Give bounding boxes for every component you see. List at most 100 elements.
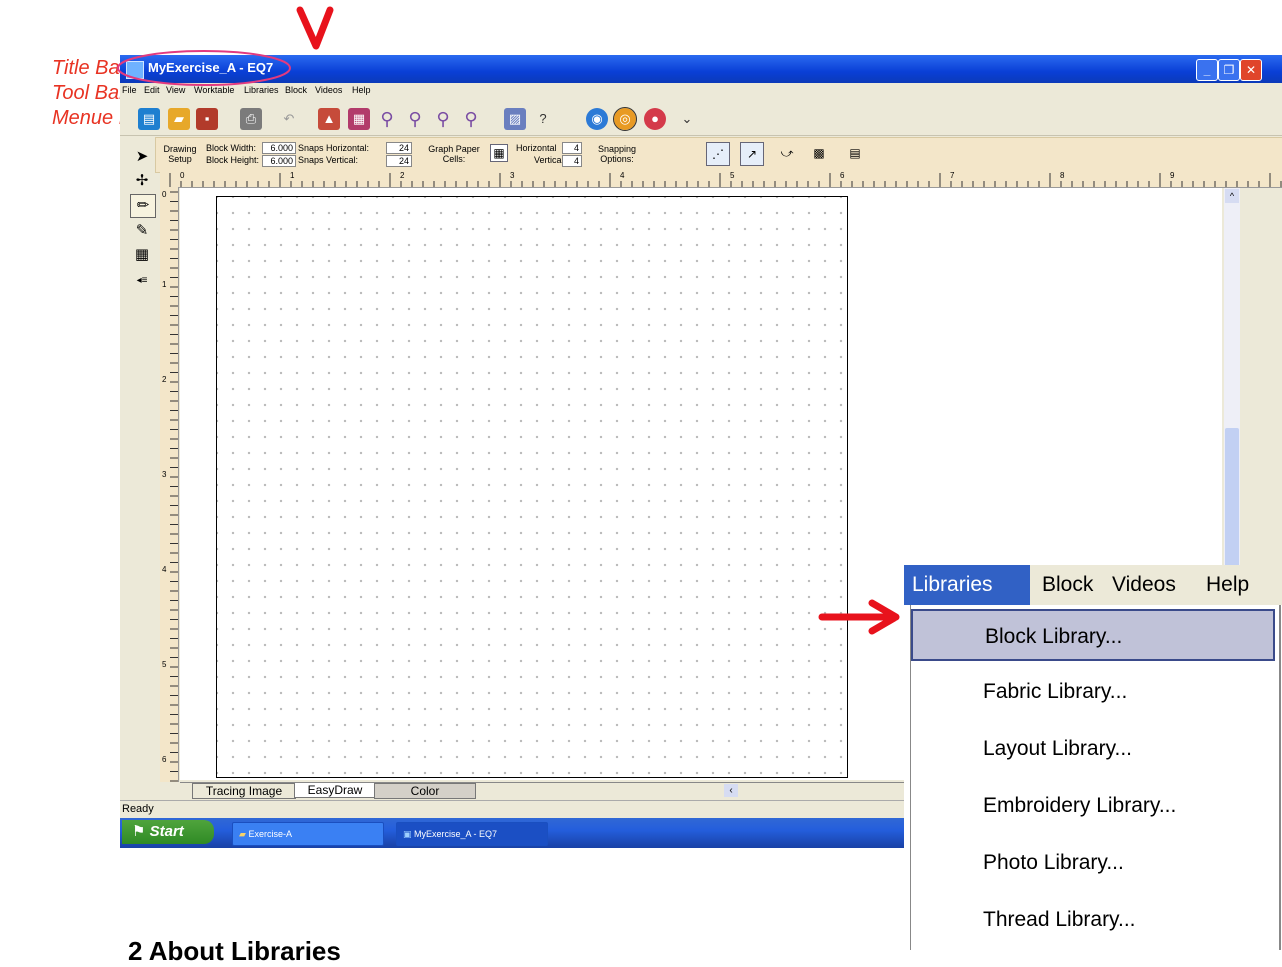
ruler-label: 2 bbox=[400, 171, 405, 180]
menu-view[interactable]: View bbox=[166, 85, 185, 95]
scroll-up-icon[interactable]: ^ bbox=[1225, 189, 1239, 203]
taskbar-item-label: MyExercise_A - EQ7 bbox=[414, 829, 498, 839]
graph-paper-icon[interactable]: ▦ bbox=[490, 144, 508, 162]
menu-item-label: Layout Library... bbox=[983, 737, 1133, 760]
pick-tool-icon[interactable]: ➤ bbox=[130, 146, 154, 168]
drawing-board-icon[interactable]: ▨ bbox=[504, 108, 526, 130]
zoom-out-icon[interactable]: ⚲ bbox=[404, 108, 426, 130]
menu-item-label: Fabric Library... bbox=[983, 680, 1128, 703]
annotation-title-bar: Title Bar bbox=[52, 57, 127, 79]
open-folder-icon[interactable]: ▰ bbox=[168, 108, 190, 130]
app-icon: ▣ bbox=[403, 829, 412, 839]
taskbar-item-eq7[interactable]: ▣ MyExercise_A - EQ7 bbox=[396, 822, 548, 846]
save-icon[interactable]: ▪ bbox=[196, 108, 218, 130]
ruler-label: 0 bbox=[162, 190, 167, 199]
snapping-options-label: Snapping Options: bbox=[597, 144, 637, 164]
minimize-button[interactable]: _ bbox=[1196, 59, 1218, 81]
tab-easydraw[interactable]: EasyDraw bbox=[294, 783, 376, 798]
horizontal-cells-field[interactable]: 4 bbox=[562, 142, 582, 154]
menu-item-thread-library[interactable]: Thread Library... bbox=[911, 894, 1275, 946]
menu-help[interactable]: Help bbox=[352, 85, 371, 95]
block-height-label: Block Height: bbox=[206, 155, 260, 165]
block-width-label: Block Width: bbox=[206, 143, 257, 153]
stop-icon[interactable]: ● bbox=[644, 108, 666, 130]
menu-item-embroidery-library[interactable]: Embroidery Library... bbox=[911, 780, 1275, 832]
tab-tracing-image[interactable]: Tracing Image bbox=[192, 783, 296, 799]
block-drawing-area[interactable] bbox=[216, 196, 848, 778]
menu-worktable[interactable]: Worktable bbox=[194, 85, 234, 95]
property-bar: Drawing Setup Block Width: Block Height:… bbox=[155, 137, 1282, 173]
color-view-icon[interactable]: ◎ bbox=[613, 107, 637, 131]
drawing-setup-label[interactable]: Drawing Setup bbox=[160, 144, 200, 164]
restore-button[interactable]: ❐ bbox=[1218, 59, 1240, 81]
snaps-vertical-field[interactable]: 24 bbox=[386, 155, 412, 167]
start-button[interactable]: ⚑ Start bbox=[122, 820, 214, 844]
snaps-vertical-label: Snaps Vertical: bbox=[298, 155, 359, 165]
ruler-label: 4 bbox=[162, 565, 167, 574]
menu-block[interactable]: Block bbox=[1042, 565, 1093, 605]
taskbar-item-exercise[interactable]: ▰ Exercise-A bbox=[232, 822, 384, 846]
snap-to-node-icon[interactable]: ↗ bbox=[740, 142, 764, 166]
ruler-label: 4 bbox=[620, 171, 625, 180]
snaps-horizontal-label: Snaps Horizontal: bbox=[298, 143, 370, 153]
menu-help[interactable]: Help bbox=[1206, 565, 1249, 605]
ruler-label: 2 bbox=[162, 375, 167, 384]
ruler-label: 1 bbox=[162, 280, 167, 289]
zoom-in-icon[interactable]: ⚲ bbox=[376, 108, 398, 130]
horizontal-label: Horizontal bbox=[516, 143, 557, 153]
ruler-label: 7 bbox=[950, 171, 955, 180]
menu-item-fabric-library[interactable]: Fabric Library... bbox=[911, 666, 1275, 718]
ruler-label: 1 bbox=[290, 171, 295, 180]
sketchbook-icon[interactable]: ▦ bbox=[348, 108, 370, 130]
undo-icon[interactable]: ↶ bbox=[278, 108, 300, 130]
precision-bar-icon[interactable]: ▤ bbox=[844, 142, 866, 164]
help-pointer-icon[interactable]: ? bbox=[532, 108, 554, 130]
menu-file[interactable]: File bbox=[122, 85, 137, 95]
ruler-label: 3 bbox=[162, 470, 167, 479]
tool-options-icon[interactable]: ◂≡ bbox=[130, 270, 154, 292]
grid-tool-icon[interactable]: ▦ bbox=[130, 244, 154, 266]
libraries-dropdown: Block Library... Fabric Library... Layou… bbox=[910, 605, 1281, 950]
drawing-board-setup-icon[interactable]: ▩ bbox=[808, 142, 830, 164]
block-width-field[interactable]: 6.000 bbox=[262, 142, 296, 154]
menu-item-block-library[interactable]: Block Library... bbox=[911, 609, 1275, 661]
tab-color[interactable]: Color bbox=[374, 783, 476, 799]
block-height-field[interactable]: 6.000 bbox=[262, 155, 296, 167]
menu-videos[interactable]: Videos bbox=[1112, 565, 1176, 605]
menu-libraries[interactable]: Libraries bbox=[244, 85, 279, 95]
left-ruler: 0 1 2 3 4 5 6 bbox=[160, 187, 179, 782]
ruler-label: 5 bbox=[730, 171, 735, 180]
close-button[interactable]: ✕ bbox=[1240, 59, 1262, 81]
snap-curve-icon[interactable]: ⤻ bbox=[776, 142, 798, 164]
print-icon[interactable]: ⎙ bbox=[240, 108, 262, 130]
ruler-label: 3 bbox=[510, 171, 515, 180]
fit-to-worktable-icon[interactable]: ⚲ bbox=[460, 108, 482, 130]
menu-item-layout-library[interactable]: Layout Library... bbox=[911, 723, 1275, 775]
shape-tool-icon[interactable]: ✢ bbox=[130, 170, 154, 192]
new-icon[interactable]: ▤ bbox=[138, 108, 160, 130]
menu-videos[interactable]: Videos bbox=[315, 85, 342, 95]
tabs-scroll-left-icon[interactable]: ‹ bbox=[724, 784, 738, 797]
drawing-tools: ➤ ✢ ✏ ✎ ▦ ◂≡ bbox=[128, 146, 156, 806]
menu-item-photo-library[interactable]: Photo Library... bbox=[911, 837, 1275, 889]
ruler-label: 6 bbox=[840, 171, 845, 180]
line-pencil-icon[interactable]: ✏ bbox=[130, 194, 156, 218]
camera-icon[interactable]: ◉ bbox=[586, 108, 608, 130]
refresh-zoom-icon[interactable]: ⚲ bbox=[432, 108, 454, 130]
add-to-sketchbook-icon[interactable]: ▲ bbox=[318, 108, 340, 130]
menu-edit[interactable]: Edit bbox=[144, 85, 160, 95]
menu-arrow-icon bbox=[296, 6, 334, 50]
toolbar-options-icon[interactable]: ⌄ bbox=[676, 108, 698, 130]
snap-to-grid-icon[interactable]: ⋰ bbox=[706, 142, 730, 166]
menu-block[interactable]: Block bbox=[285, 85, 307, 95]
app-icon bbox=[126, 61, 144, 79]
ruler-label: 9 bbox=[1170, 171, 1175, 180]
vertical-cells-field[interactable]: 4 bbox=[562, 155, 582, 167]
start-label: Start bbox=[149, 823, 184, 840]
arc-pencil-icon[interactable]: ✎ bbox=[130, 220, 154, 242]
tool-bar: ▤ ▰ ▪ ⎙ ↶ ▲ ▦ ⚲ ⚲ ⚲ ⚲ ▨ ? ◉ ◎ ● ⌄ bbox=[120, 101, 1282, 136]
menu-item-label: Block Library... bbox=[985, 625, 1123, 648]
snaps-horizontal-field[interactable]: 24 bbox=[386, 142, 412, 154]
menu-libraries[interactable]: Libraries bbox=[904, 565, 1030, 605]
libraries-menu-zoom: Libraries Block Videos Help Block Librar… bbox=[904, 565, 1282, 950]
